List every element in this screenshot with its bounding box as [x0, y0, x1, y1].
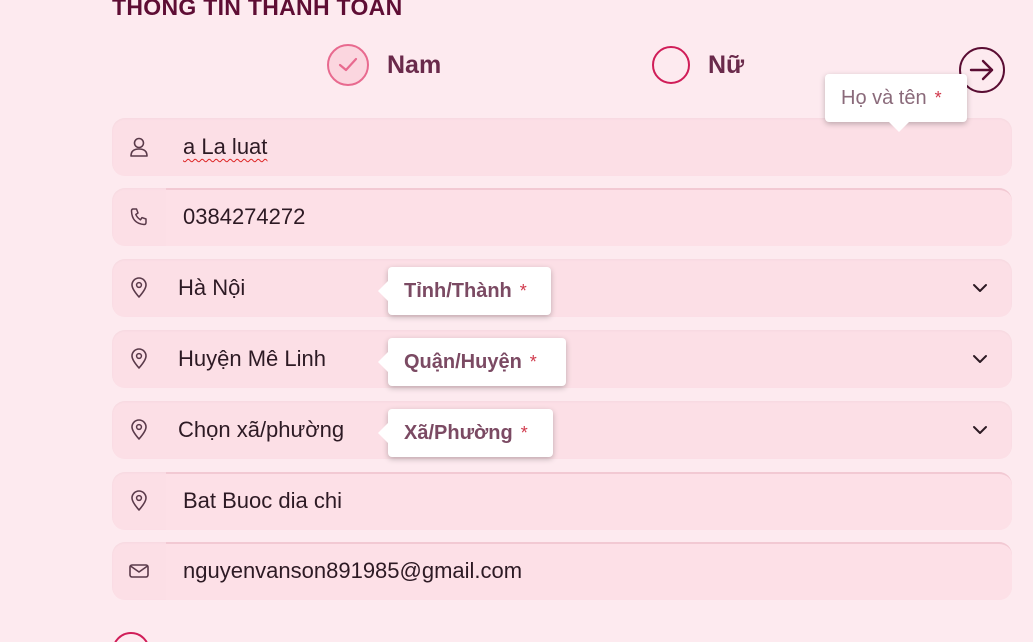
district-value: Huyện Mê Linh: [178, 346, 326, 371]
email-input[interactable]: nguyenvanson891985@gmail.com: [183, 542, 522, 600]
gender-option-female[interactable]: Nữ: [652, 46, 744, 84]
province-select[interactable]: Hà Nội: [112, 259, 1012, 317]
province-tooltip-label: Tỉnh/Thành: [404, 279, 512, 302]
radio-female[interactable]: [652, 46, 690, 84]
location-pin-icon: [112, 330, 166, 388]
chevron-down-icon[interactable]: [970, 278, 990, 298]
district-tooltip: Quận/Huyện *: [378, 338, 566, 386]
page-title: THÔNG TIN THANH TOÁN: [112, 0, 403, 20]
name-tooltip-label: Họ và tên: [841, 86, 927, 109]
name-tooltip: Họ và tên *: [825, 74, 967, 132]
name-input[interactable]: a La luat: [183, 118, 267, 176]
province-value: Hà Nội: [178, 275, 246, 300]
gender-label-female: Nữ: [708, 50, 745, 79]
check-icon: [338, 57, 358, 72]
name-field[interactable]: a La luat: [112, 118, 1012, 176]
ward-tooltip-label: Xã/Phường: [404, 421, 513, 444]
user-icon: [112, 118, 166, 176]
location-pin-icon: [112, 401, 166, 459]
phone-field[interactable]: 0384274272: [112, 188, 1012, 246]
radio-male[interactable]: [327, 44, 369, 86]
ward-select[interactable]: Chọn xã/phường: [112, 401, 1012, 459]
location-pin-icon: [112, 259, 166, 317]
required-mark: *: [529, 351, 537, 372]
required-mark: *: [520, 422, 528, 443]
address-field[interactable]: Bat Buoc dia chi: [112, 472, 1012, 530]
ward-tooltip: Xã/Phường *: [378, 409, 553, 457]
required-mark: *: [519, 280, 527, 301]
bottom-radio[interactable]: [112, 632, 150, 642]
province-tooltip: Tỉnh/Thành *: [378, 267, 551, 315]
gender-label-male: Nam: [387, 50, 442, 79]
chevron-down-icon[interactable]: [970, 349, 990, 369]
address-input[interactable]: Bat Buoc dia chi: [183, 472, 342, 530]
chevron-down-icon[interactable]: [970, 420, 990, 440]
phone-input[interactable]: 0384274272: [183, 188, 305, 246]
email-field[interactable]: nguyenvanson891985@gmail.com: [112, 542, 1012, 600]
arrow-right-icon: [969, 59, 994, 81]
district-tooltip-label: Quận/Huyện: [404, 350, 522, 373]
gender-option-male[interactable]: Nam: [327, 44, 441, 86]
phone-icon: [112, 188, 166, 246]
required-mark: *: [934, 87, 942, 108]
mail-icon: [112, 542, 166, 600]
ward-value: Chọn xã/phường: [178, 417, 345, 442]
location-pin-icon: [112, 472, 166, 530]
